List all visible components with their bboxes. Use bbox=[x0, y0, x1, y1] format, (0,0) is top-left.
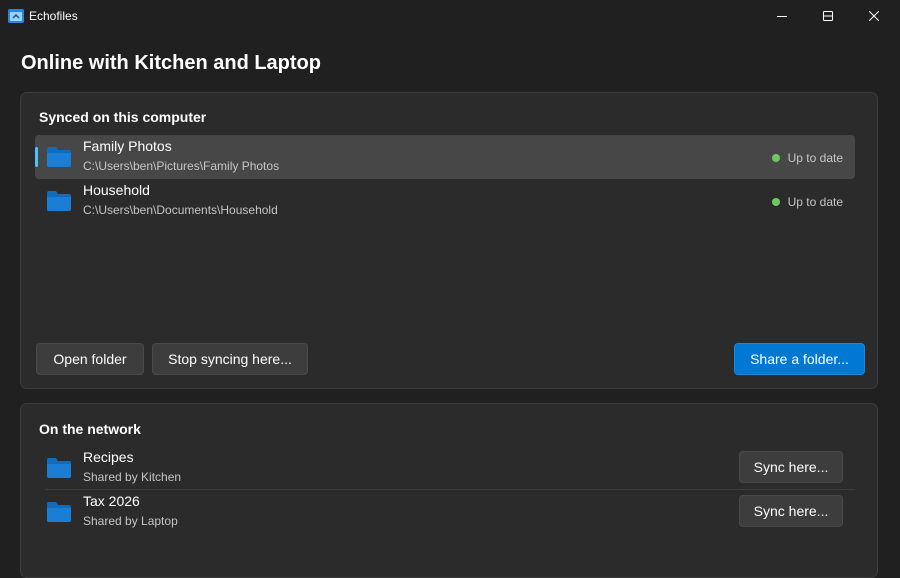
folder-name: Tax 2026 bbox=[83, 493, 140, 509]
sync-here-button-recipes[interactable]: Sync here... bbox=[739, 451, 843, 483]
folder-path: C:\Users\ben\Documents\Household bbox=[83, 203, 278, 217]
synced-card: Synced on this computer Family Photos C:… bbox=[20, 92, 878, 389]
sync-status: Up to date bbox=[771, 151, 843, 165]
maximize-icon bbox=[823, 11, 833, 21]
selection-indicator bbox=[35, 147, 38, 167]
synced-item-household[interactable]: Household C:\Users\ben\Documents\Househo… bbox=[35, 179, 855, 223]
shared-by-text: Shared by Laptop bbox=[83, 514, 178, 528]
network-card: On the network Recipes Shared by Kitchen… bbox=[20, 403, 878, 578]
folder-path: C:\Users\ben\Pictures\Family Photos bbox=[83, 159, 280, 173]
folder-icon bbox=[47, 191, 71, 211]
close-icon bbox=[869, 11, 879, 21]
synced-section-title: Synced on this computer bbox=[39, 109, 207, 125]
folder-name: Household bbox=[83, 182, 150, 198]
stop-syncing-button[interactable]: Stop syncing here... bbox=[152, 343, 308, 375]
network-item-tax-2026: Tax 2026 Shared by Laptop bbox=[35, 490, 855, 534]
share-folder-button[interactable]: Share a folder... bbox=[734, 343, 865, 375]
app-icon bbox=[8, 9, 24, 23]
network-item-recipes: Recipes Shared by Kitchen bbox=[35, 446, 855, 490]
sync-here-button-tax-2026[interactable]: Sync here... bbox=[739, 495, 843, 527]
folder-icon bbox=[47, 502, 71, 522]
page-title: Online with Kitchen and Laptop bbox=[21, 52, 321, 74]
status-text: Up to date bbox=[787, 195, 843, 209]
status-dot-icon bbox=[771, 154, 780, 162]
folder-icon bbox=[47, 458, 71, 478]
synced-item-family-photos[interactable]: Family Photos C:\Users\ben\Pictures\Fami… bbox=[35, 135, 855, 179]
folder-name: Family Photos bbox=[83, 138, 172, 154]
network-section-title: On the network bbox=[39, 421, 141, 437]
status-dot-icon bbox=[771, 198, 780, 206]
app-title: Echofiles bbox=[29, 9, 78, 23]
minimize-button-area[interactable] bbox=[759, 0, 805, 32]
maximize-button-area[interactable] bbox=[805, 0, 851, 32]
close-button[interactable] bbox=[851, 0, 897, 32]
open-folder-button[interactable]: Open folder bbox=[36, 343, 144, 375]
folder-name: Recipes bbox=[83, 449, 134, 465]
folder-icon bbox=[47, 147, 71, 167]
status-text: Up to date bbox=[787, 151, 843, 165]
sync-status: Up to date bbox=[771, 195, 843, 209]
minimize-icon bbox=[777, 16, 787, 17]
shared-by-text: Shared by Kitchen bbox=[83, 470, 182, 484]
